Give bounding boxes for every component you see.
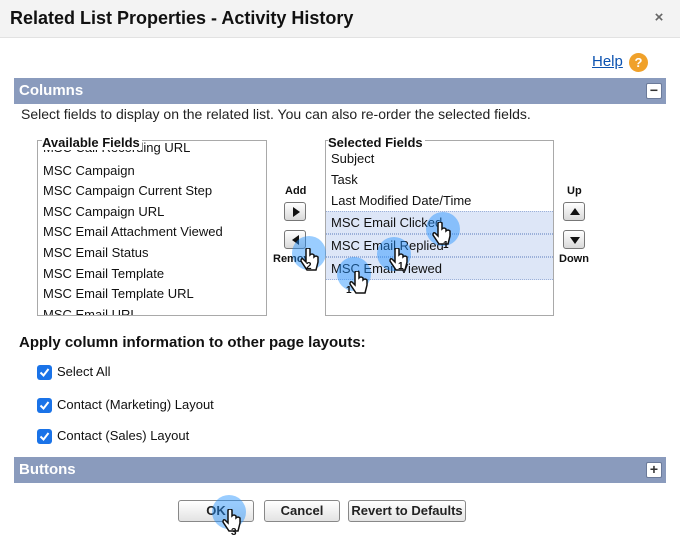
help-link[interactable]: Help — [592, 53, 623, 70]
available-field-option[interactable]: MSC Email URL — [38, 305, 266, 315]
available-field-option[interactable]: MSC Campaign Current Step — [38, 181, 266, 201]
add-button[interactable] — [284, 202, 306, 221]
click-order-badge: 3 — [231, 527, 237, 538]
arrow-left-icon — [292, 235, 299, 245]
close-icon[interactable]: × — [650, 9, 668, 27]
dialog-title: Related List Properties - Activity Histo… — [10, 8, 354, 28]
checkmark-icon — [39, 368, 50, 378]
arrow-right-icon — [293, 207, 300, 217]
up-label: Up — [567, 185, 582, 197]
select-all-label: Select All — [57, 364, 111, 379]
available-field-option[interactable]: MSC Campaign URL — [38, 202, 266, 222]
ok-button[interactable]: OK — [178, 500, 254, 522]
arrow-up-icon — [570, 208, 580, 215]
selected-field-option[interactable]: Subject — [326, 149, 553, 169]
collapse-icon[interactable]: − — [646, 83, 662, 99]
apply-layouts-heading: Apply column information to other page l… — [19, 334, 366, 351]
selected-field-option-highlighted[interactable]: MSC Email Replied — [326, 234, 553, 257]
move-down-button[interactable] — [563, 230, 585, 249]
checkmark-icon — [39, 401, 50, 411]
buttons-section-header[interactable]: Buttons + — [14, 457, 666, 483]
selected-field-option[interactable]: Last Modified Date/Time — [326, 191, 553, 211]
available-fields-label: Available Fields — [42, 135, 142, 150]
down-label: Down — [559, 253, 589, 265]
selected-field-option-highlighted[interactable]: MSC Email Viewed — [326, 257, 553, 280]
buttons-section-title: Buttons — [19, 461, 76, 478]
select-all-checkbox[interactable] — [37, 365, 52, 380]
cancel-button[interactable]: Cancel — [264, 500, 340, 522]
checkmark-icon — [39, 432, 50, 442]
selected-field-option[interactable]: Task — [326, 170, 553, 190]
columns-instructions: Select fields to display on the related … — [21, 106, 531, 122]
remove-button[interactable] — [284, 230, 306, 249]
selected-fields-label: Selected Fields — [328, 135, 425, 150]
expand-icon[interactable]: + — [646, 462, 662, 478]
contact-marketing-layout-label: Contact (Marketing) Layout — [57, 397, 214, 412]
dialog-titlebar: Related List Properties - Activity Histo… — [0, 0, 680, 38]
available-field-option[interactable]: MSC Email Status — [38, 243, 266, 263]
available-field-option[interactable]: MSC Campaign — [38, 161, 266, 181]
selected-field-option-highlighted[interactable]: MSC Email Clicked — [326, 211, 553, 234]
available-field-option[interactable]: MSC Email Template — [38, 264, 266, 284]
arrow-down-icon — [570, 237, 580, 244]
add-label: Add — [285, 185, 307, 197]
columns-section-title: Columns — [19, 82, 84, 99]
move-up-button[interactable] — [563, 202, 585, 221]
contact-sales-layout-checkbox[interactable] — [37, 429, 52, 444]
available-field-option[interactable]: MSC Email Attachment Viewed — [38, 222, 266, 242]
selected-fields-list[interactable]: Subject Task Last Modified Date/Time MSC… — [325, 140, 554, 316]
remove-label: Remove — [273, 253, 316, 265]
available-field-option[interactable]: MSC Email Template URL — [38, 284, 266, 304]
contact-sales-layout-label: Contact (Sales) Layout — [57, 428, 190, 443]
related-list-properties-dialog: Related List Properties - Activity Histo… — [0, 0, 680, 550]
available-fields-list[interactable]: MSC Call Recording URL MSC Campaign MSC … — [37, 140, 267, 316]
columns-section-header[interactable]: Columns − — [14, 78, 666, 104]
help-icon[interactable]: ? — [629, 53, 648, 72]
revert-to-defaults-button[interactable]: Revert to Defaults — [348, 500, 466, 522]
contact-marketing-layout-checkbox[interactable] — [37, 398, 52, 413]
